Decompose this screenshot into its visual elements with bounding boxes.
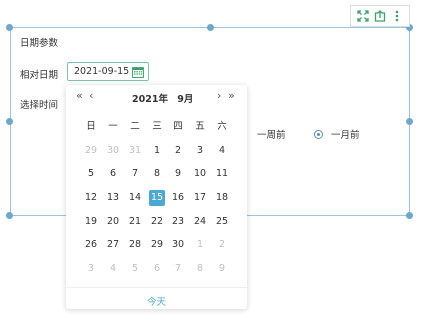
expand-icon[interactable]: [356, 9, 370, 23]
next-month-button[interactable]: ›: [217, 90, 221, 102]
calendar-day[interactable]: 21: [127, 214, 143, 230]
calendar-footer-divider: [66, 287, 247, 288]
widget-toolbar: [350, 5, 410, 27]
calendar-day[interactable]: 30: [105, 143, 121, 159]
calendar-week-row: 5 6 7 8 9 10 11: [66, 166, 247, 190]
calendar-day[interactable]: 1: [192, 237, 208, 253]
calendar-day[interactable]: 23: [170, 214, 186, 230]
calendar-day[interactable]: 7: [127, 166, 143, 182]
calendar-day[interactable]: 29: [149, 237, 165, 253]
calendar-day[interactable]: 13: [105, 190, 121, 206]
calendar-week-row: 3456789: [66, 261, 247, 285]
weekday-row: 日 一 二 三四 五 六: [66, 119, 247, 143]
calendar-day[interactable]: 1: [149, 143, 165, 159]
weekday-label: 二: [130, 121, 140, 132]
today-button[interactable]: 今天: [66, 294, 247, 308]
calendar-day[interactable]: 9: [170, 166, 186, 182]
weekday-label: 一: [108, 121, 118, 132]
calendar-day[interactable]: 6: [105, 166, 121, 182]
panel-title: 日期参数: [20, 38, 59, 49]
resize-handle-bottom-left[interactable]: [6, 212, 13, 219]
next-year-button[interactable]: »: [228, 90, 235, 102]
calendar-day[interactable]: 30: [170, 237, 186, 253]
calendar-day[interactable]: 7: [170, 261, 186, 277]
radio-one-week-label: 一周前: [257, 130, 286, 141]
calendar-day[interactable]: 10: [192, 166, 208, 182]
resize-handle-middle-left[interactable]: [6, 118, 13, 125]
calendar-day[interactable]: 2: [214, 237, 230, 253]
calendar-day[interactable]: 25: [214, 214, 230, 230]
radio-one-month[interactable]: 一月前: [314, 127, 360, 141]
weekday-label: 五: [195, 121, 205, 132]
calendar-day[interactable]: 9: [214, 261, 230, 277]
weekday-label: 四: [173, 121, 183, 132]
calendar-day[interactable]: 14: [127, 190, 143, 206]
calendar-day[interactable]: 8: [192, 261, 208, 277]
calendar-month[interactable]: 9月: [177, 94, 193, 105]
calendar-day[interactable]: 16: [170, 190, 186, 206]
calendar-day[interactable]: 29: [83, 143, 99, 159]
resize-handle-middle-right[interactable]: [406, 118, 413, 125]
date-input-value: 2021-09-15: [74, 66, 130, 77]
calendar-day[interactable]: 18: [214, 190, 230, 206]
calendar-day[interactable]: 12: [83, 190, 99, 206]
calendar-day[interactable]: 2: [170, 143, 186, 159]
calendar-day[interactable]: 4: [214, 143, 230, 159]
calendar-day[interactable]: 27: [105, 237, 121, 253]
calendar-year[interactable]: 2021年: [132, 94, 168, 105]
radio-one-month-label: 一月前: [331, 130, 360, 141]
weekday-label: 六: [217, 121, 227, 132]
calendar-day[interactable]: 17: [192, 190, 208, 206]
date-input[interactable]: 2021-09-15: [67, 62, 149, 81]
calendar-popup: « ‹ 2021年 9月 › » 日一二三四五六 29 30 31 1 2 3 4 5 6 7 8 9…: [66, 85, 247, 309]
export-icon[interactable]: [373, 9, 387, 23]
calendar-header: « ‹ 2021年 9月 › »: [66, 85, 247, 109]
calendar-week-row: 19 20 21 22 23 24 25: [66, 214, 247, 238]
select-time-label: 选择时间: [20, 100, 59, 111]
calendar-day[interactable]: 24: [192, 214, 208, 230]
calendar-day[interactable]: 6: [149, 261, 165, 277]
calendar-icon[interactable]: [132, 66, 144, 78]
calendar-day[interactable]: 28: [127, 237, 143, 253]
calendar-day[interactable]: 3: [83, 261, 99, 277]
calendar-week-row: 26 27 28 29 30 1 2: [66, 237, 247, 261]
calendar-week-row: 12 13 14 15 16 17 18: [66, 190, 247, 214]
calendar-day[interactable]: 20: [105, 214, 121, 230]
calendar-day[interactable]: 26: [83, 237, 99, 253]
calendar-grid: 日一二三四五六 29 30 31 1 2 3 4 5 6 7 8 9 10 11 12 13 14 15 16 17 1…: [66, 119, 247, 285]
prev-year-button[interactable]: «: [76, 90, 83, 102]
resize-handle-top-left[interactable]: [6, 24, 13, 31]
weekday-label: 日: [86, 121, 96, 132]
resize-handle-top-middle[interactable]: [207, 24, 214, 31]
calendar-day[interactable]: 11: [214, 166, 230, 182]
calendar-day[interactable]: 5: [83, 166, 99, 182]
calendar-day[interactable]: 4: [105, 261, 121, 277]
calendar-day[interactable]: 5: [127, 261, 143, 277]
weekday-label: 三: [152, 121, 162, 132]
calendar-week-row: 29 30 31 1 2 3 4: [66, 143, 247, 167]
more-icon[interactable]: [390, 9, 404, 23]
prev-month-button[interactable]: ‹: [89, 90, 93, 102]
radio-one-month-circle[interactable]: [314, 129, 323, 139]
calendar-day[interactable]: 22: [149, 214, 165, 230]
calendar-day-selected[interactable]: 15: [149, 190, 165, 207]
calendar-day[interactable]: 31: [127, 143, 143, 159]
relative-date-label: 相对日期: [20, 70, 59, 81]
resize-handle-bottom-right[interactable]: [406, 212, 413, 219]
calendar-year-month: 2021年 9月: [132, 91, 199, 105]
calendar-day[interactable]: 3: [192, 143, 208, 159]
calendar-day[interactable]: 19: [83, 214, 99, 230]
calendar-day[interactable]: 8: [149, 166, 165, 182]
